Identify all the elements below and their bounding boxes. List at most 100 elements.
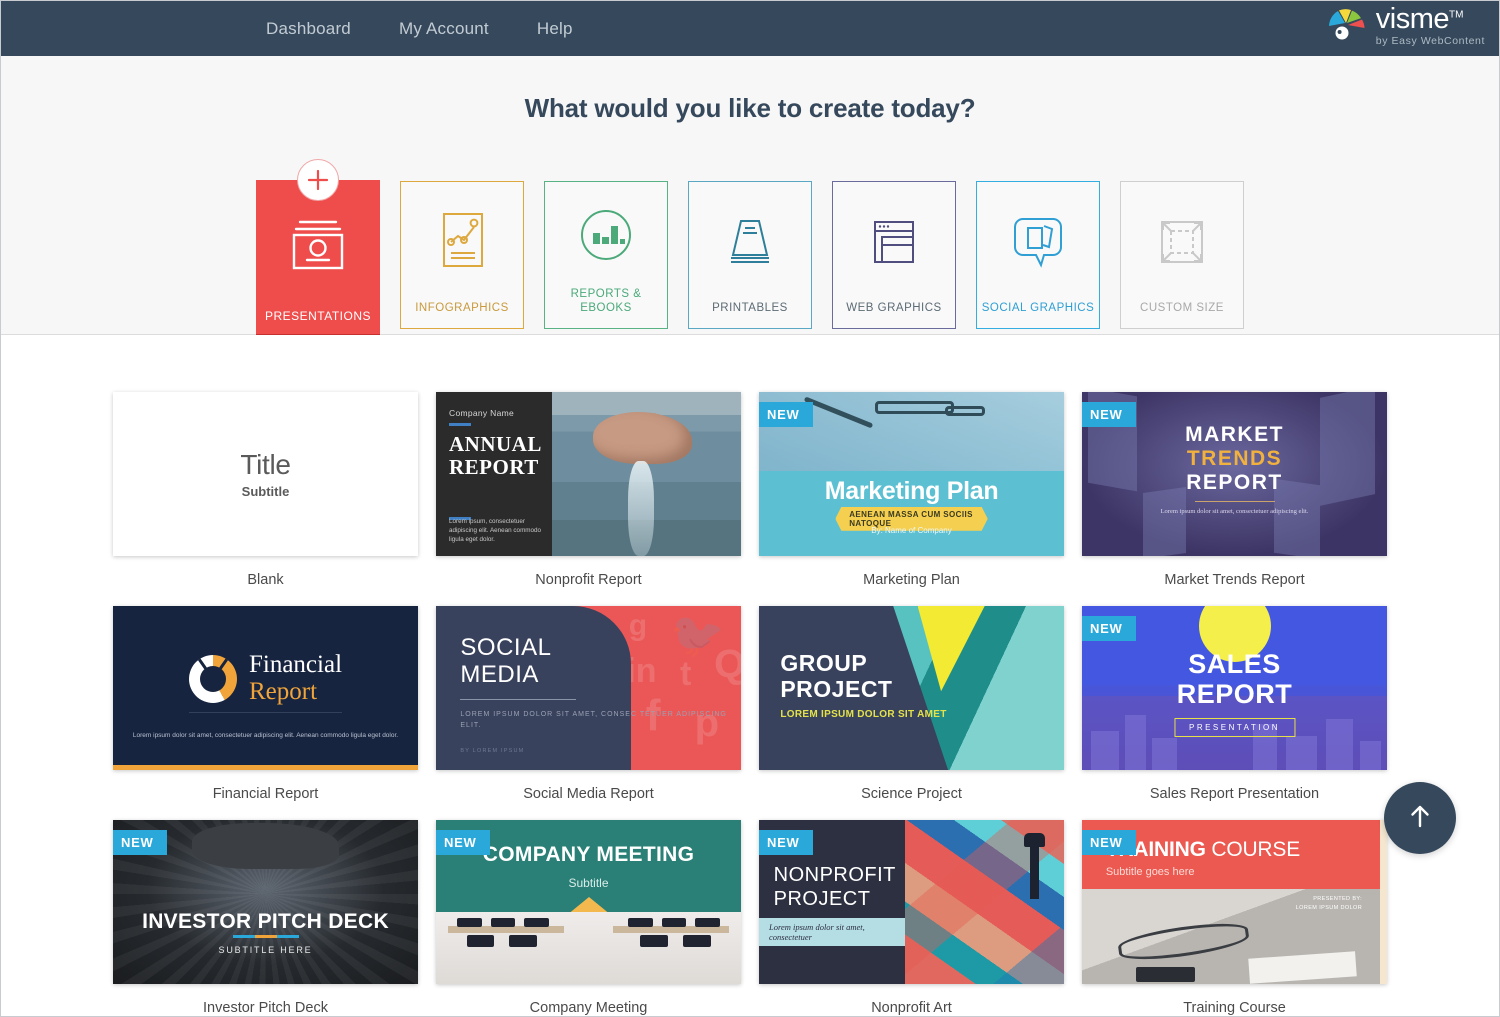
street-lamp-shape bbox=[1023, 832, 1045, 899]
water-stream-shape bbox=[627, 460, 654, 556]
template-card-financial-report[interactable]: Financial Report Lorem ipsum dolor sit a… bbox=[113, 606, 418, 802]
visme-create-page: Dashboard My Account Help vismeTM by Eas… bbox=[0, 0, 1500, 1017]
glasses-shape bbox=[874, 401, 986, 416]
template-thumbnail[interactable]: NEW TRAINING COURSE Subtitle goes here P… bbox=[1082, 820, 1387, 984]
infographic-icon bbox=[401, 182, 523, 301]
type-card-social-graphics[interactable]: SOCIAL GRAPHICS bbox=[976, 181, 1100, 329]
type-card-presentations[interactable]: PRESENTATIONS bbox=[256, 159, 380, 343]
new-badge: NEW bbox=[1082, 830, 1137, 860]
template-label: Nonprofit Report bbox=[535, 572, 642, 588]
scroll-to-top-button[interactable] bbox=[1384, 782, 1456, 854]
template-card-social-media-report[interactable]: g 🐦 Q in t f p SOCIAL MEDIA LOREM IPSU bbox=[436, 606, 741, 802]
sales-line1: SALES bbox=[1188, 648, 1281, 679]
template-label: Social Media Report bbox=[523, 786, 654, 802]
template-card-blank[interactable]: Title Subtitle Blank bbox=[113, 392, 418, 588]
template-label: Sales Report Presentation bbox=[1149, 786, 1320, 802]
browser-window-icon bbox=[833, 182, 955, 301]
annual-photo bbox=[551, 392, 741, 556]
financial-wordmark: Financial Report bbox=[249, 652, 342, 706]
template-card-training-course[interactable]: NEW TRAINING COURSE Subtitle goes here P… bbox=[1082, 820, 1387, 1016]
template-card-investor-pitch-deck[interactable]: NEW INVESTOR PITCH DECK SUBTITLE HERE In… bbox=[113, 820, 418, 1016]
nav-my-account[interactable]: My Account bbox=[399, 19, 489, 39]
template-label: Science Project bbox=[861, 786, 962, 802]
template-card-nonprofit-report[interactable]: Company Name ANNUAL REPORT Lorem ipsum, … bbox=[436, 392, 741, 588]
new-badge: NEW bbox=[1082, 402, 1137, 432]
new-badge: NEW bbox=[436, 830, 491, 860]
meeting-room-photo bbox=[436, 911, 741, 984]
printables-icon bbox=[689, 182, 811, 301]
new-badge: NEW bbox=[759, 402, 814, 432]
template-label: Financial Report bbox=[212, 786, 319, 802]
template-label: Marketing Plan bbox=[863, 572, 960, 588]
type-card-printables[interactable]: PRINTABLES bbox=[688, 181, 812, 329]
nav-dashboard[interactable]: Dashboard bbox=[266, 19, 351, 39]
type-label-presentations: PRESENTATIONS bbox=[264, 309, 372, 323]
template-thumbnail[interactable]: Title Subtitle bbox=[113, 392, 418, 556]
type-label-social-graphics: SOCIAL GRAPHICS bbox=[981, 302, 1095, 314]
marketing-byline: By: Name of Company bbox=[871, 526, 952, 536]
investor-title: INVESTOR PITCH DECK bbox=[142, 910, 389, 934]
trends-line3: REPORT bbox=[1186, 471, 1283, 495]
template-thumbnail[interactable]: NEW SALES REPORT PRESENTATION bbox=[1082, 606, 1387, 770]
letter-q-glyph: Q bbox=[714, 642, 741, 687]
notepad-shape bbox=[1248, 951, 1357, 984]
hands-shape bbox=[593, 411, 692, 465]
template-thumbnail[interactable]: NEW Marketing Plan AENEAN MASSA CUM SOCI… bbox=[759, 392, 1064, 556]
template-card-marketing-plan[interactable]: NEW Marketing Plan AENEAN MASSA CUM SOCI… bbox=[759, 392, 1064, 588]
template-thumbnail[interactable]: NEW COMPANY MEETING Subtitle bbox=[436, 820, 741, 984]
type-card-infographics[interactable]: INFOGRAPHICS bbox=[400, 181, 524, 329]
template-thumbnail[interactable]: Financial Report Lorem ipsum dolor sit a… bbox=[113, 606, 418, 770]
visme-logo[interactable]: vismeTM by Easy WebContent bbox=[1325, 3, 1485, 47]
project-type-selector: PRESENTATIONS INFOGRAPHICS REPORTS & EBO… bbox=[1, 159, 1499, 343]
nonprofit-line1: NONPROFIT bbox=[773, 863, 896, 886]
type-card-custom-size[interactable]: CUSTOM SIZE bbox=[1120, 181, 1244, 329]
template-thumbnail[interactable]: g 🐦 Q in t f p SOCIAL MEDIA LOREM IPSU bbox=[436, 606, 741, 770]
type-label-printables: PRINTABLES bbox=[712, 302, 788, 314]
template-thumbnail[interactable]: NEW MARKET TRENDS REPORT Lorem ipsum dol… bbox=[1082, 392, 1387, 556]
resize-arrows-icon bbox=[1121, 182, 1243, 301]
group-line2: PROJECT bbox=[780, 676, 893, 703]
template-card-nonprofit-art[interactable]: NEW NONPROFIT PROJECT Lorem ipsum dolor … bbox=[759, 820, 1064, 1016]
type-card-reports-ebooks[interactable]: REPORTS & EBOOKS bbox=[544, 181, 668, 329]
trends-subtext: Lorem ipsum dolor sit amet, consectetuer… bbox=[1160, 508, 1309, 516]
pen-shape bbox=[803, 396, 874, 429]
template-thumbnail[interactable]: Company Name ANNUAL REPORT Lorem ipsum, … bbox=[436, 392, 741, 556]
google-plus-glyph: g bbox=[628, 609, 648, 643]
nav-help[interactable]: Help bbox=[537, 19, 573, 39]
template-card-market-trends-report[interactable]: NEW MARKET TRENDS REPORT Lorem ipsum dol… bbox=[1082, 392, 1387, 588]
presenter-name: LOREM IPSUM DOLOR bbox=[1295, 905, 1363, 912]
glasses-shape bbox=[1116, 917, 1251, 965]
annual-company-name: Company Name bbox=[449, 408, 515, 418]
logo-tagline: by Easy WebContent bbox=[1375, 34, 1485, 47]
speech-bubble-cards-icon bbox=[977, 182, 1099, 301]
divider-rule bbox=[1194, 501, 1275, 503]
training-presenter-block: PRESENTED BY: LOREM IPSUM DOLOR bbox=[1296, 895, 1362, 913]
sales-line2: REPORT bbox=[1176, 678, 1293, 709]
plus-icon bbox=[297, 159, 339, 201]
template-card-sales-report-presentation[interactable]: NEW SALES REPORT PRESENTATION Sales Repo… bbox=[1082, 606, 1387, 802]
template-thumbnail[interactable]: NEW NONPROFIT PROJECT Lorem ipsum dolor … bbox=[759, 820, 1064, 984]
financial-logo-block: Financial Report bbox=[188, 652, 342, 706]
template-thumbnail[interactable]: NEW INVESTOR PITCH DECK SUBTITLE HERE bbox=[113, 820, 418, 984]
meeting-subtitle: Subtitle bbox=[568, 875, 609, 890]
social-line2: MEDIA bbox=[460, 660, 539, 688]
trends-line2: TRENDS bbox=[1186, 447, 1283, 471]
type-card-web-graphics[interactable]: WEB GRAPHICS bbox=[832, 181, 956, 329]
nonprofit-title: NONPROFIT PROJECT bbox=[774, 863, 896, 911]
blank-subtitle-text: Subtitle bbox=[241, 484, 290, 499]
template-card-company-meeting[interactable]: NEW COMPANY MEETING Subtitle Company Mee… bbox=[436, 820, 741, 1016]
accent-bars bbox=[232, 934, 299, 938]
hand-shape bbox=[192, 823, 339, 870]
social-glyph-pattern: g 🐦 Q in t f p bbox=[619, 606, 741, 770]
template-thumbnail[interactable]: GROUP PROJECT LOREM IPSUM DOLOR SIT AMET bbox=[759, 606, 1064, 770]
template-label: Investor Pitch Deck bbox=[203, 1000, 328, 1016]
type-label-infographics: INFOGRAPHICS bbox=[415, 302, 509, 314]
financial-lorem: Lorem ipsum dolor sit amet, consectetuer… bbox=[132, 732, 399, 739]
bar-chart-circle-icon bbox=[545, 182, 667, 287]
social-lorem: LOREM IPSUM DOLOR SIT AMET, CONSEC TETUE… bbox=[460, 711, 727, 730]
training-subtitle: Subtitle goes here bbox=[1105, 865, 1195, 878]
template-label: Market Trends Report bbox=[1164, 572, 1305, 588]
presented-by-label: PRESENTED BY: bbox=[1313, 896, 1363, 903]
logo-wordmark: visme bbox=[1375, 3, 1450, 35]
template-card-science-project[interactable]: GROUP PROJECT LOREM IPSUM DOLOR SIT AMET… bbox=[759, 606, 1064, 802]
